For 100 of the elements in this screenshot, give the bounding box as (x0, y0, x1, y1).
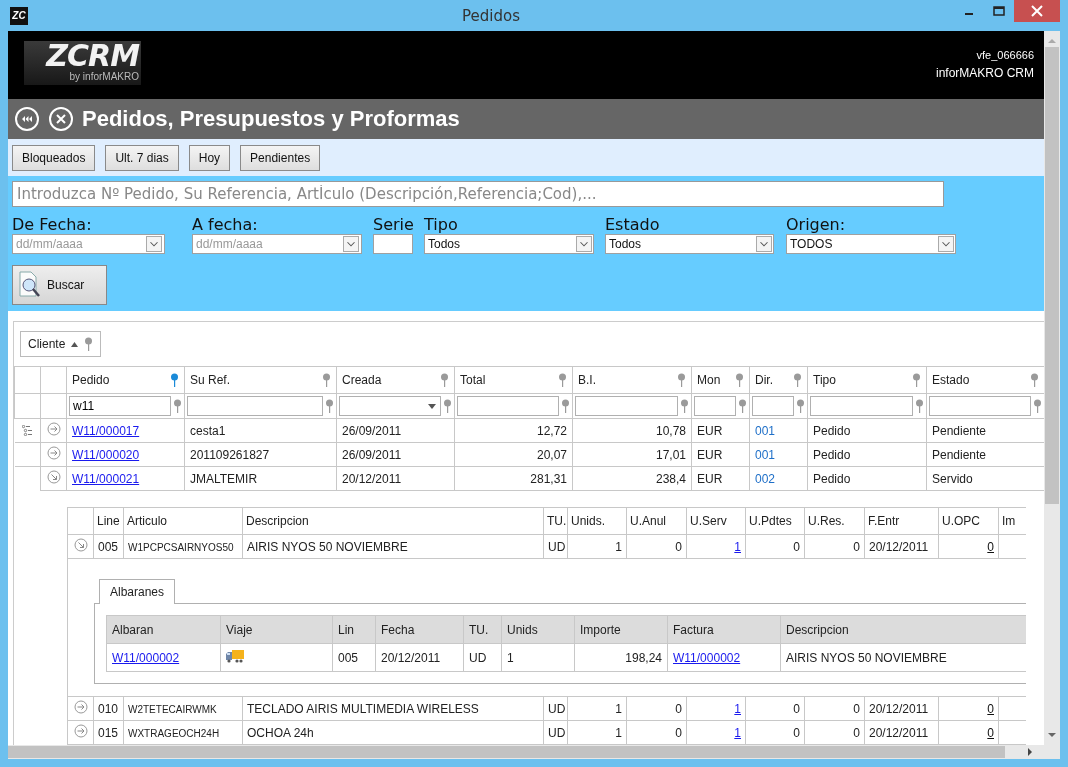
column-filter-field[interactable]: w11 (69, 396, 171, 416)
table-cell-link[interactable]: 0 (987, 539, 994, 554)
quick-filter-button[interactable]: Bloqueados (12, 144, 96, 171)
filter-pin-icon[interactable] (1030, 373, 1039, 387)
table-cell: Pedido (813, 471, 851, 486)
table-cell-link[interactable]: 1 (734, 701, 741, 716)
quick-filter-button[interactable]: Ult. 7 dias (105, 144, 179, 171)
table-cell-link[interactable]: 0 (987, 725, 994, 740)
scroll-up-icon[interactable] (1047, 37, 1057, 45)
table-cell-link[interactable]: 1 (734, 539, 741, 554)
column-filter-field[interactable] (752, 396, 794, 416)
column-header[interactable]: Lin (332, 615, 376, 644)
table-cell: Pendiente (932, 423, 987, 438)
column-header[interactable]: Viaje (220, 615, 333, 644)
column-header[interactable]: Su Ref. (184, 366, 337, 394)
scroll-right-icon[interactable] (1026, 747, 1034, 757)
column-filter-field[interactable] (575, 396, 678, 416)
column-header[interactable]: Pedido (66, 366, 185, 394)
scroll-down-icon[interactable] (1047, 731, 1057, 739)
table-cell: 12,72 (536, 423, 567, 438)
filter-pin-icon[interactable] (173, 399, 182, 413)
column-filter-field[interactable] (187, 396, 323, 416)
albaranes-tab[interactable]: Albaranes (99, 579, 176, 604)
back-button[interactable] (14, 106, 40, 132)
filter-pin-icon[interactable] (84, 337, 94, 351)
table-cell: 281,31 (530, 471, 567, 486)
filter-pin-icon[interactable] (440, 373, 449, 387)
table-cell: 0 (793, 701, 800, 716)
column-header[interactable]: Descripcion (242, 507, 544, 535)
filter-label: Estado (605, 216, 661, 234)
dropdown-field[interactable]: Todos (605, 234, 774, 254)
table-cell: 0 (675, 701, 682, 716)
column-filter-field[interactable] (929, 396, 1031, 416)
filter-pin-icon[interactable] (561, 399, 570, 413)
column-header[interactable]: B.I. (572, 366, 692, 394)
table-cell-link[interactable]: 0 (987, 701, 994, 716)
filter-pin-icon[interactable] (677, 373, 686, 387)
filter-pin-icon[interactable] (680, 399, 689, 413)
close-button[interactable] (1014, 0, 1060, 22)
filter-pin-icon[interactable] (735, 373, 744, 387)
filter-pin-icon[interactable] (912, 373, 921, 387)
search-button[interactable]: Buscar (12, 265, 107, 305)
column-header[interactable]: Total (454, 366, 573, 394)
group-by-chip[interactable]: Cliente (20, 331, 102, 357)
table-cell: UD (548, 701, 566, 716)
filter-pin-icon[interactable] (1033, 399, 1042, 413)
filter-pin-icon[interactable] (738, 399, 747, 413)
column-header[interactable]: U.Res. (804, 507, 865, 535)
column-header[interactable]: Mon (691, 366, 750, 394)
filter-pin-icon[interactable] (322, 373, 331, 387)
column-header[interactable]: Unids (501, 615, 575, 644)
column-header[interactable]: Factura (667, 615, 781, 644)
column-header[interactable]: U.Serv (686, 507, 746, 535)
dropdown-field[interactable]: TODOS (786, 234, 956, 254)
column-header[interactable]: U.Anul (626, 507, 687, 535)
filter-pin-icon[interactable] (170, 373, 179, 387)
column-header[interactable]: Descripcion (780, 615, 1026, 644)
filter-label: Serie (373, 216, 413, 234)
column-header[interactable]: Estado (926, 366, 1044, 394)
column-header[interactable]: Creada (336, 366, 455, 394)
column-header[interactable]: U.OPC (938, 507, 999, 535)
column-header[interactable]: Albaran (106, 615, 221, 644)
column-header[interactable]: Fecha (375, 615, 464, 644)
filter-pin-icon[interactable] (558, 373, 567, 387)
close-page-button[interactable] (48, 106, 74, 132)
column-header[interactable]: TU. (543, 507, 568, 535)
table-cell: AIRIS NYOS 50 NOVIEMBRE (786, 650, 947, 665)
column-filter-field[interactable] (457, 396, 559, 416)
column-header[interactable]: F.Entr (864, 507, 939, 535)
table-cell: Pedido (813, 423, 851, 438)
table-cell: EUR (697, 423, 723, 438)
text-field[interactable] (373, 234, 413, 254)
scrollbar-thumb[interactable] (1045, 47, 1059, 504)
table-cell-link[interactable]: 1 (734, 725, 741, 740)
column-filter-field[interactable] (810, 396, 913, 416)
filter-pin-icon[interactable] (443, 399, 452, 413)
column-header[interactable]: Unids. (567, 507, 627, 535)
filter-pin-icon[interactable] (325, 399, 334, 413)
quick-filter-button[interactable]: Pendientes (240, 144, 321, 171)
quick-filter-button[interactable]: Hoy (188, 144, 231, 171)
column-header[interactable]: U.Pdtes (745, 507, 805, 535)
table-cell: 005 (98, 539, 119, 554)
filter-pin-icon[interactable] (796, 399, 805, 413)
filter-pin-icon[interactable] (915, 399, 924, 413)
maximize-icon[interactable] (993, 6, 1005, 16)
dropdown-field[interactable]: Todos (424, 234, 594, 254)
column-header[interactable]: Articulo (123, 507, 243, 535)
column-header[interactable]: Importe (574, 615, 668, 644)
column-header[interactable]: Im (998, 507, 1026, 535)
filter-pin-icon[interactable] (793, 373, 802, 387)
column-header[interactable]: Tipo (807, 366, 927, 394)
close-icon[interactable] (1031, 5, 1043, 17)
column-header[interactable]: Line (93, 507, 124, 535)
column-filter-field[interactable] (694, 396, 736, 416)
search-field[interactable]: Introduzca Nº Pedido, Su Referencia, ArtÍculo (Descripción,Referencia;Cod),... (12, 181, 944, 207)
column-header[interactable]: Dir. (749, 366, 808, 394)
dropdown-arrow-icon[interactable] (428, 403, 436, 409)
column-header[interactable]: TU. (463, 615, 502, 644)
scrollbar-thumb[interactable] (8, 746, 1005, 758)
table-cell: 20/12/2011 (869, 701, 929, 716)
